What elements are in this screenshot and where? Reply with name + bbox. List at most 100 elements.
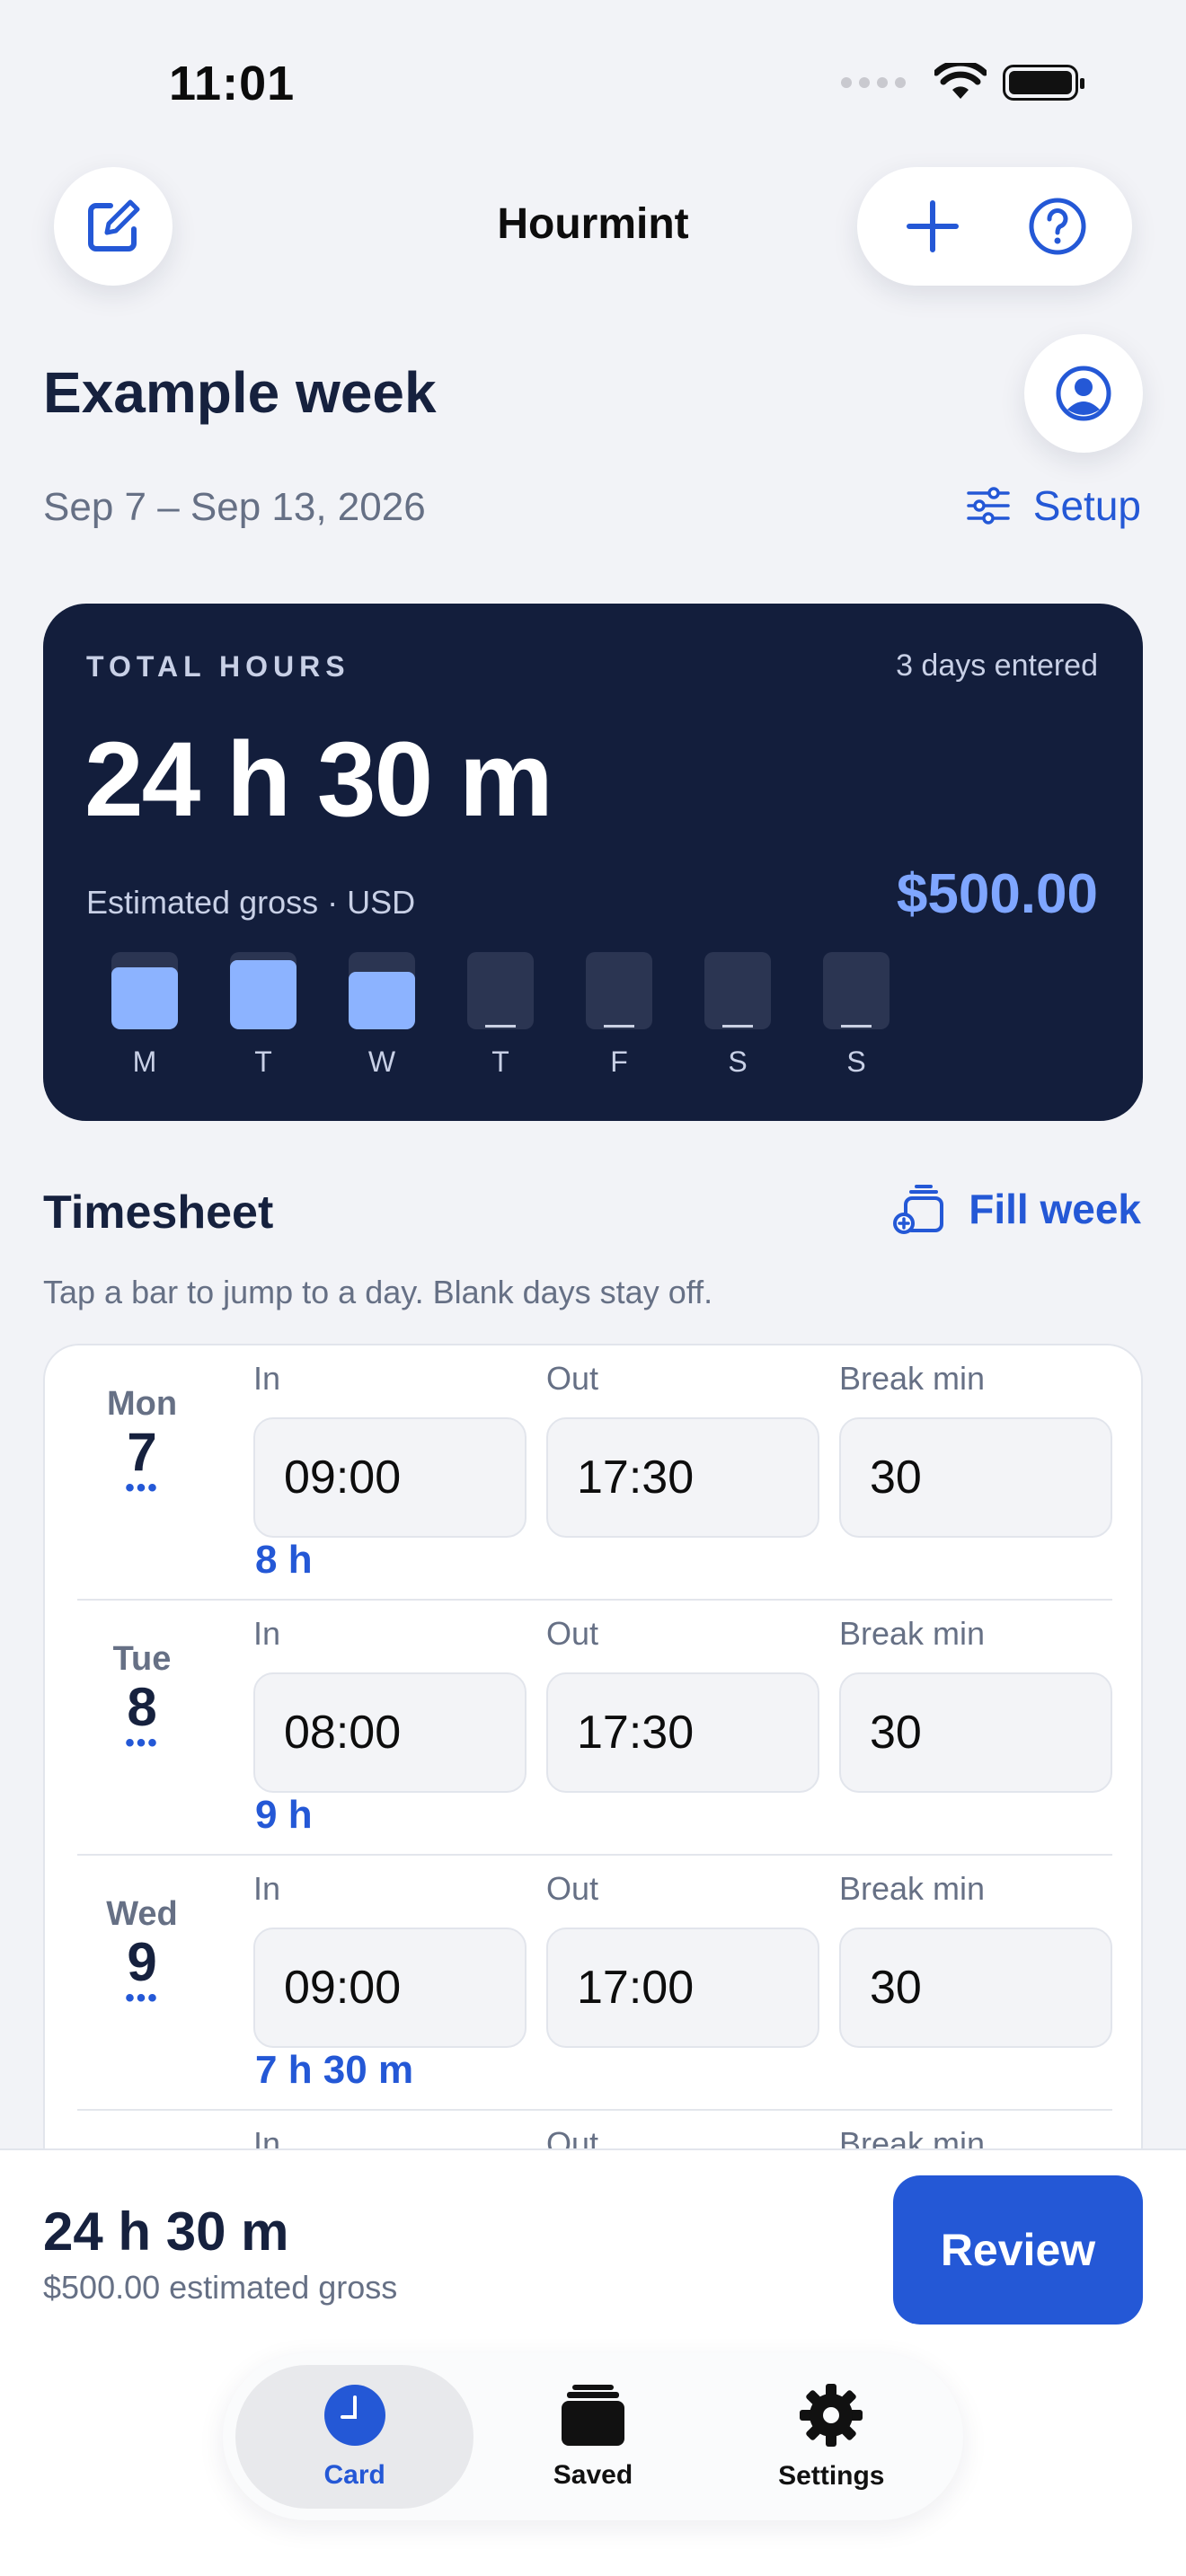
in-input[interactable]: 09:00	[253, 1417, 527, 1538]
row-total: 8 h	[255, 1538, 313, 1582]
day-letter: T	[491, 1045, 509, 1078]
timesheet-title: Timesheet	[43, 1187, 274, 1239]
stack-icon	[561, 2385, 624, 2446]
out-field: Out 17:30	[546, 1360, 819, 1538]
plus-icon	[906, 200, 959, 252]
gross-label: Estimated gross · USD	[86, 884, 416, 921]
add-button[interactable]	[883, 177, 982, 276]
tab-bar: Card Saved Settings	[223, 2353, 963, 2520]
day-bar-1[interactable]: T	[230, 952, 296, 1079]
date-range: Sep 7 – Sep 13, 2026	[43, 485, 426, 529]
fill-week-button[interactable]: Fill week	[893, 1184, 1141, 1234]
gear-icon	[800, 2384, 863, 2447]
timesheet-row: In Out Break min	[45, 2111, 1141, 2152]
clock-icon	[323, 2385, 385, 2446]
timesheet-card: Mon 7 ••• In 09:00 Out 17:30 Break min 30 8 h Tue 8…	[43, 1344, 1143, 2152]
review-button[interactable]: Review	[893, 2175, 1143, 2325]
out-input[interactable]: 17:30	[546, 1672, 819, 1793]
week-title: Example week	[43, 360, 437, 425]
days-entered: 3 days entered	[896, 648, 1098, 683]
break-field: Break min 30	[839, 1615, 1112, 1793]
day-name: Mon	[106, 1385, 178, 1423]
break-label: Break min	[839, 1870, 986, 1907]
day-bar-empty-mark	[604, 1025, 634, 1028]
setup-label: Setup	[1032, 482, 1141, 529]
day-number: 7	[127, 1422, 157, 1482]
total-hours-value: 24 h 30 m	[84, 720, 553, 839]
total-hours-card: TOTAL HOURS 3 days entered 24 h 30 m Est…	[43, 604, 1143, 1121]
tab-label: Card	[323, 2460, 385, 2490]
row-total: 9 h	[255, 1793, 313, 1837]
more-icon[interactable]: •••	[79, 1985, 205, 2012]
day-bar-0[interactable]: M	[111, 952, 178, 1079]
day-name: Wed	[106, 1895, 178, 1933]
timesheet-row: Wed 9 ••• In 09:00 Out 17:00 Break min 30 7 h 30 …	[45, 1856, 1141, 2111]
status-indicators	[841, 63, 1084, 102]
profile-icon	[1056, 366, 1111, 421]
day-bar-empty-mark	[722, 1025, 753, 1028]
bottom-total: 24 h 30 m	[43, 2201, 289, 2262]
day-letter: S	[728, 1045, 748, 1078]
day-bar-5[interactable]: S	[704, 952, 771, 1079]
tab-label: Saved	[553, 2460, 633, 2490]
in-input[interactable]: 09:00	[253, 1928, 527, 2048]
day-letter: W	[367, 1045, 396, 1078]
fill-week-label: Fill week	[969, 1186, 1141, 1232]
day-bar-4[interactable]: F	[586, 952, 652, 1079]
day-bar-track	[704, 952, 771, 1029]
day-name: Tue	[112, 1640, 172, 1678]
timesheet-row: Tue 8 ••• In 08:00 Out 17:30 Break min 30 9 h	[45, 1601, 1141, 1856]
profile-button[interactable]	[1024, 334, 1143, 453]
break-input[interactable]: 30	[839, 1928, 1112, 2048]
day-block[interactable]: Wed 9 •••	[79, 1895, 205, 2012]
total-hours-label: TOTAL HOURS	[86, 650, 350, 683]
break-label: Break min	[839, 1615, 986, 1652]
break-field: Break min 30	[839, 1360, 1112, 1538]
day-bar-track	[111, 952, 178, 1029]
day-block[interactable]: Tue 8 •••	[79, 1640, 205, 1757]
help-icon	[1029, 198, 1085, 255]
in-label: In	[253, 1870, 281, 1907]
day-bar-3[interactable]: T	[467, 952, 534, 1079]
more-icon[interactable]: •••	[79, 1730, 205, 1757]
in-input[interactable]: 08:00	[253, 1672, 527, 1793]
day-bar-fill	[349, 971, 415, 1029]
more-icon[interactable]: •••	[79, 1475, 205, 1502]
help-button[interactable]	[1008, 177, 1107, 276]
tab-label: Settings	[778, 2461, 885, 2491]
status-time: 11:01	[169, 57, 296, 110]
tab-card[interactable]: Card	[235, 2365, 474, 2509]
break-input[interactable]: 30	[839, 1417, 1112, 1538]
wifi-icon	[934, 63, 987, 99]
day-bar-6[interactable]: S	[823, 952, 890, 1079]
out-input[interactable]: 17:00	[546, 1928, 819, 2048]
day-letter: F	[610, 1045, 628, 1078]
day-number: 9	[127, 1932, 157, 1992]
timesheet-row: Mon 7 ••• In 09:00 Out 17:30 Break min 30 8 h	[45, 1345, 1141, 1601]
out-field: Out 17:00	[546, 1870, 819, 2048]
day-bar-2[interactable]: W	[349, 952, 415, 1079]
tab-saved[interactable]: Saved	[474, 2365, 712, 2509]
out-input[interactable]: 17:30	[546, 1417, 819, 1538]
battery-icon	[1003, 65, 1084, 101]
nav-actions	[857, 167, 1132, 286]
day-bar-empty-mark	[841, 1025, 872, 1028]
break-input[interactable]: 30	[839, 1672, 1112, 1793]
fill-week-icon	[893, 1185, 944, 1234]
bottom-gross: $500.00 estimated gross	[43, 2269, 398, 2306]
out-label: Out	[546, 1870, 599, 1907]
day-bar-track	[230, 952, 296, 1029]
day-block[interactable]: Mon 7 •••	[79, 1385, 205, 1502]
tab-settings[interactable]: Settings	[712, 2365, 951, 2509]
day-letter: T	[254, 1045, 272, 1078]
out-label: Out	[546, 1360, 599, 1397]
setup-button[interactable]: Setup	[967, 481, 1141, 530]
day-bar-track	[586, 952, 652, 1029]
row-total: 7 h 30 m	[255, 2048, 414, 2092]
timesheet-hint: Tap a bar to jump to a day. Blank days s…	[43, 1274, 713, 1310]
in-field: In 08:00	[253, 1615, 527, 1793]
break-label: Break min	[839, 1360, 986, 1397]
out-label: Out	[546, 1615, 599, 1652]
day-number: 8	[127, 1677, 157, 1737]
day-bar-track	[349, 952, 415, 1029]
